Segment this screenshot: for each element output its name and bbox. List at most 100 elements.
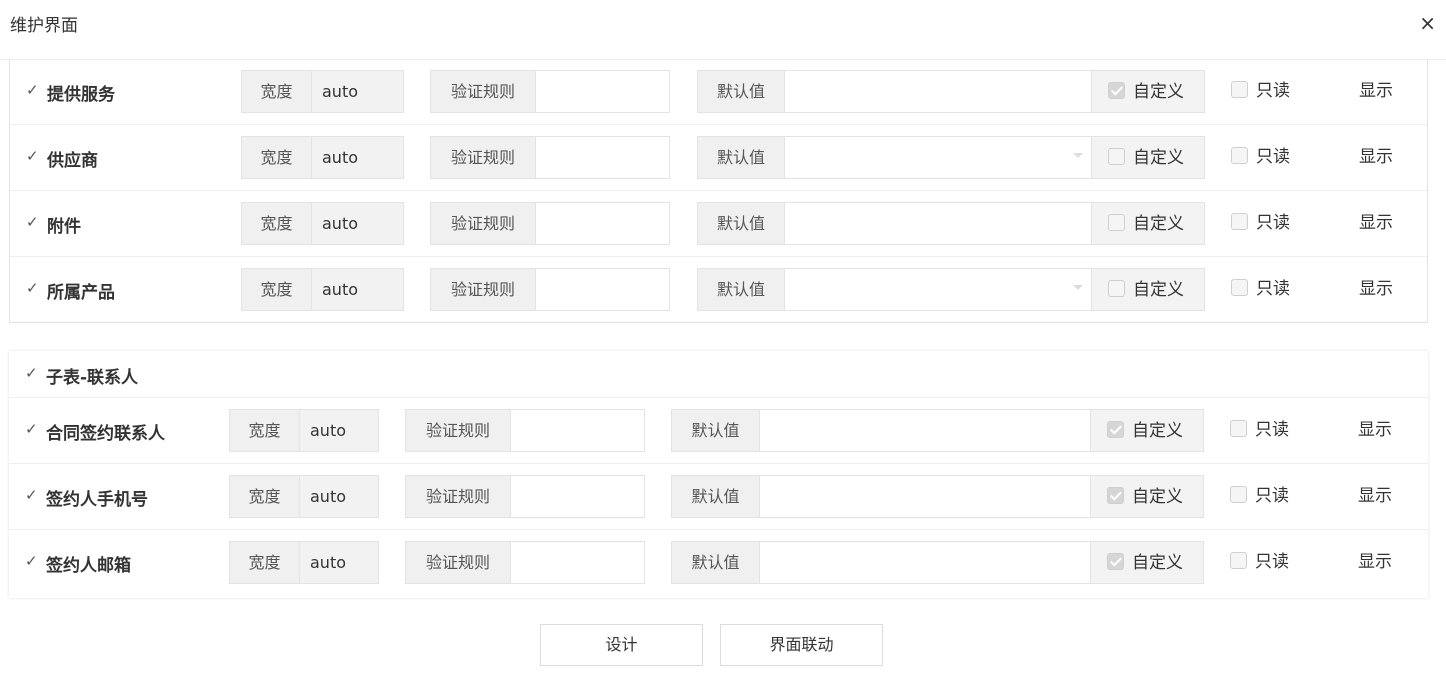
readonly-label: 只读 [1256,279,1290,299]
default-value-select[interactable]: 默认值 [697,136,1092,179]
custom-checkbox[interactable]: 自定义 [1091,202,1205,245]
display-toggle[interactable]: 显示 [1359,268,1393,311]
field-row: ✓ 提供服务 宽度 auto 验证规则 默认值 自定义 只读 显示 [10,59,1427,125]
width-value[interactable]: auto [310,542,346,583]
default-value-input-group[interactable]: 默认值 [697,70,1092,113]
validation-rule-label: 验证规则 [431,71,536,112]
default-value-input-group[interactable]: 默认值 [697,202,1092,245]
width-input-group[interactable]: 宽度 auto [241,268,404,311]
custom-checkbox[interactable]: 自定义 [1090,409,1204,452]
readonly-checkbox[interactable]: 只读 [1231,268,1290,311]
readonly-checkbox[interactable]: 只读 [1230,409,1289,452]
custom-checkbox-box[interactable] [1108,148,1125,165]
validation-rule-label: 验证规则 [431,269,536,310]
width-label: 宽度 [230,410,300,451]
width-value[interactable]: auto [322,137,358,178]
field-row: ✓ 合同签约联系人 宽度 auto 验证规则 默认值 自定义 只读 显示 [9,398,1428,464]
custom-checkbox[interactable]: 自定义 [1091,268,1205,311]
design-button[interactable]: 设计 [540,624,703,666]
validation-rule-input-group[interactable]: 验证规则 [430,268,670,311]
field-row: ✓ 所属产品 宽度 auto 验证规则 默认值 自定义 只读 显示 [10,257,1427,323]
width-input-group[interactable]: 宽度 auto [229,541,379,584]
readonly-checkbox[interactable]: 只读 [1230,541,1289,584]
readonly-checkbox-box[interactable] [1230,552,1247,569]
interface-linkage-button[interactable]: 界面联动 [720,624,883,666]
width-input-group[interactable]: 宽度 auto [241,202,404,245]
custom-label: 自定义 [1133,148,1184,168]
field-row: ✓ 供应商 宽度 auto 验证规则 默认值 自定义 只读 显示 [10,125,1427,191]
readonly-checkbox-box[interactable] [1231,213,1248,230]
field-row: ✓ 签约人手机号 宽度 auto 验证规则 默认值 自定义 只读 显示 [9,464,1428,530]
check-icon: ✓ [25,486,38,504]
display-toggle[interactable]: 显示 [1358,541,1392,584]
readonly-checkbox-box[interactable] [1231,81,1248,98]
custom-label: 自定义 [1133,82,1184,102]
width-label: 宽度 [230,542,300,583]
readonly-label: 只读 [1255,420,1289,440]
default-value-select[interactable]: 默认值 [697,268,1092,311]
validation-rule-input-group[interactable]: 验证规则 [405,541,645,584]
dialog-title: 维护界面 [10,16,78,36]
width-value[interactable]: auto [310,410,346,451]
width-input-group[interactable]: 宽度 auto [241,70,404,113]
field-name: 供应商 [47,151,98,171]
subtable-title: 子表-联系人 [46,368,139,388]
default-value-label: 默认值 [698,71,785,112]
width-input-group[interactable]: 宽度 auto [229,409,379,452]
validation-rule-input-group[interactable]: 验证规则 [430,136,670,179]
custom-label: 自定义 [1133,214,1184,234]
field-name: 签约人邮箱 [46,556,131,576]
width-input-group[interactable]: 宽度 auto [241,136,404,179]
chevron-down-icon[interactable] [1073,285,1083,290]
readonly-checkbox-box[interactable] [1230,486,1247,503]
width-value[interactable]: auto [322,203,358,244]
field-name: 提供服务 [47,85,115,105]
readonly-checkbox-box[interactable] [1231,147,1248,164]
check-icon: ✓ [25,420,38,438]
readonly-checkbox-box[interactable] [1231,279,1248,296]
readonly-checkbox[interactable]: 只读 [1231,70,1290,113]
validation-rule-label: 验证规则 [406,476,511,517]
readonly-checkbox-box[interactable] [1230,420,1247,437]
default-value-input-group[interactable]: 默认值 [671,409,1091,452]
validation-rule-label: 验证规则 [431,203,536,244]
width-value[interactable]: auto [322,71,358,112]
validation-rule-input-group[interactable]: 验证规则 [405,409,645,452]
validation-rule-input-group[interactable]: 验证规则 [430,70,670,113]
readonly-label: 只读 [1255,552,1289,572]
close-icon[interactable]: × [1419,12,1436,34]
display-toggle[interactable]: 显示 [1359,202,1393,245]
readonly-checkbox[interactable]: 只读 [1231,202,1290,245]
custom-checkbox[interactable]: 自定义 [1090,541,1204,584]
readonly-label: 只读 [1255,486,1289,506]
width-label: 宽度 [242,203,312,244]
validation-rule-label: 验证规则 [431,137,536,178]
display-toggle[interactable]: 显示 [1358,475,1392,518]
field-name: 合同签约联系人 [46,424,165,444]
custom-checkbox-box[interactable] [1107,421,1124,438]
default-value-label: 默认值 [672,476,760,517]
width-value[interactable]: auto [310,476,346,517]
custom-checkbox-box[interactable] [1107,487,1124,504]
default-value-input-group[interactable]: 默认值 [671,475,1091,518]
display-toggle[interactable]: 显示 [1358,409,1392,452]
custom-checkbox-box[interactable] [1108,280,1125,297]
custom-checkbox-box[interactable] [1108,214,1125,231]
custom-checkbox[interactable]: 自定义 [1090,475,1204,518]
readonly-checkbox[interactable]: 只读 [1231,136,1290,179]
readonly-checkbox[interactable]: 只读 [1230,475,1289,518]
display-toggle[interactable]: 显示 [1359,136,1393,179]
custom-checkbox[interactable]: 自定义 [1091,70,1205,113]
custom-checkbox[interactable]: 自定义 [1091,136,1205,179]
width-value[interactable]: auto [322,269,358,310]
custom-checkbox-box[interactable] [1107,553,1124,570]
width-input-group[interactable]: 宽度 auto [229,475,379,518]
default-value-label: 默认值 [672,542,760,583]
default-value-input-group[interactable]: 默认值 [671,541,1091,584]
chevron-down-icon[interactable] [1073,153,1083,158]
custom-checkbox-box[interactable] [1108,82,1125,99]
check-icon: ✓ [25,364,38,382]
display-toggle[interactable]: 显示 [1359,70,1393,113]
validation-rule-input-group[interactable]: 验证规则 [405,475,645,518]
validation-rule-input-group[interactable]: 验证规则 [430,202,670,245]
